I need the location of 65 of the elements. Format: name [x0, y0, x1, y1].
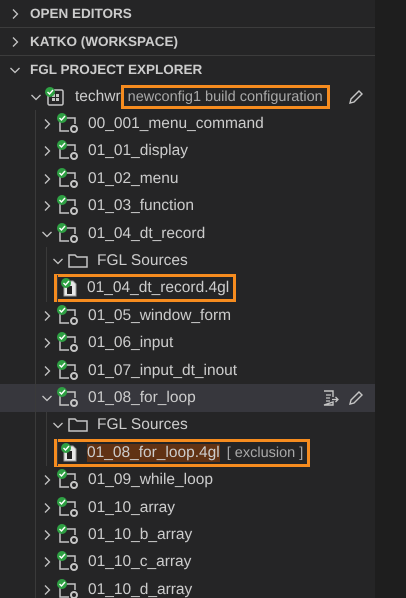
file-name: 01_04_dt_record.4gl: [87, 279, 230, 298]
program-gear-icon: [56, 360, 80, 382]
program-name: 01_05_window_form: [88, 306, 232, 325]
tree-row[interactable]: 00_001_menu_command: [0, 110, 375, 138]
tree-row[interactable]: 01_02_menu: [0, 165, 375, 193]
tree-row[interactable]: 01_01_display: [0, 138, 375, 166]
pencil-icon[interactable]: [347, 388, 365, 407]
source-file-icon: [61, 278, 79, 298]
folder-label: FGL Sources: [97, 252, 188, 270]
program-gear-icon: [56, 469, 80, 492]
program-name: 01_06_input: [88, 334, 174, 352]
program-name: 00_001_menu_command: [88, 115, 264, 134]
program-name: 01_10_array: [88, 498, 176, 517]
section-header[interactable]: OPEN EDITORS: [0, 0, 375, 27]
configuration-description: newconfig1 build configuration: [128, 88, 323, 105]
program-gear-icon: [56, 222, 80, 245]
program-name: 01_07_input_dt_inout: [88, 362, 238, 380]
build-config-icon: [45, 86, 67, 107]
tree-row[interactable]: 01_04_dt_record: [0, 220, 375, 248]
program-name: 01_04_dt_record: [88, 224, 206, 243]
program-gear-icon: [56, 304, 80, 327]
section-header[interactable]: FGL PROJECT EXPLORER: [0, 55, 375, 83]
tree-row[interactable]: 01_10_array: [0, 494, 375, 522]
pencil-icon[interactable]: [347, 88, 365, 106]
program-name: 01_10_c_array: [88, 553, 192, 572]
program-name: 01_10_d_array: [88, 580, 192, 598]
program-name: 01_09_while_loop: [88, 471, 213, 490]
source-file-icon: [61, 442, 79, 463]
tree-row[interactable]: FGL Sources: [0, 247, 375, 275]
program-gear-icon: [56, 496, 80, 519]
program-gear-icon: [56, 386, 80, 409]
tree-row[interactable]: 01_09_while_loop: [0, 466, 375, 494]
tree-row[interactable]: 01_03_function: [0, 192, 375, 220]
program-gear-icon: [56, 524, 80, 546]
project-name: techwr: [75, 88, 121, 106]
section-header[interactable]: KATKO (WORKSPACE): [0, 27, 375, 55]
tree-row[interactable]: 01_10_b_array: [0, 521, 375, 549]
folder-label: FGL Sources: [97, 416, 188, 434]
program-gear-icon: [56, 168, 80, 190]
program-gear-icon: [56, 578, 80, 598]
tree-row[interactable]: 01_10_c_array: [0, 548, 375, 576]
program-gear-icon: [56, 332, 80, 354]
tree-row[interactable]: 01_07_input_dt_inout: [0, 356, 375, 384]
program-name: 01_02_menu: [88, 170, 178, 188]
tree-row[interactable]: 01_08_for_loop.4gl [ exclusion ]: [0, 439, 375, 466]
program-name: 01_10_b_array: [88, 526, 192, 544]
program-gear-icon: [56, 551, 80, 574]
tree-row[interactable]: 01_04_dt_record.4gl: [0, 274, 375, 302]
tree-row[interactable]: techwr newconfig1 build configuration: [0, 83, 375, 110]
program-name: 01_03_function: [88, 197, 194, 216]
tree-row[interactable]: 01_05_window_form: [0, 302, 375, 330]
folder-icon: [67, 416, 89, 434]
tree-row[interactable]: 01_08_for_loop: [0, 384, 375, 412]
file-name: 01_08_for_loop.4gl: [87, 444, 220, 462]
program-gear-icon: [56, 195, 80, 218]
tree-row[interactable]: FGL Sources: [0, 412, 375, 440]
program-gear-icon: [56, 140, 80, 162]
document-arrow-icon[interactable]: [321, 388, 339, 407]
program-name: 01_01_display: [88, 142, 188, 160]
exclusion-tag: [ exclusion ]: [226, 444, 304, 461]
tree-row[interactable]: 01_06_input: [0, 330, 375, 357]
tree-row[interactable]: 01_10_d_array: [0, 576, 375, 598]
program-name: 01_08_for_loop: [88, 388, 196, 407]
program-gear-icon: [56, 113, 80, 136]
folder-icon: [67, 252, 89, 270]
